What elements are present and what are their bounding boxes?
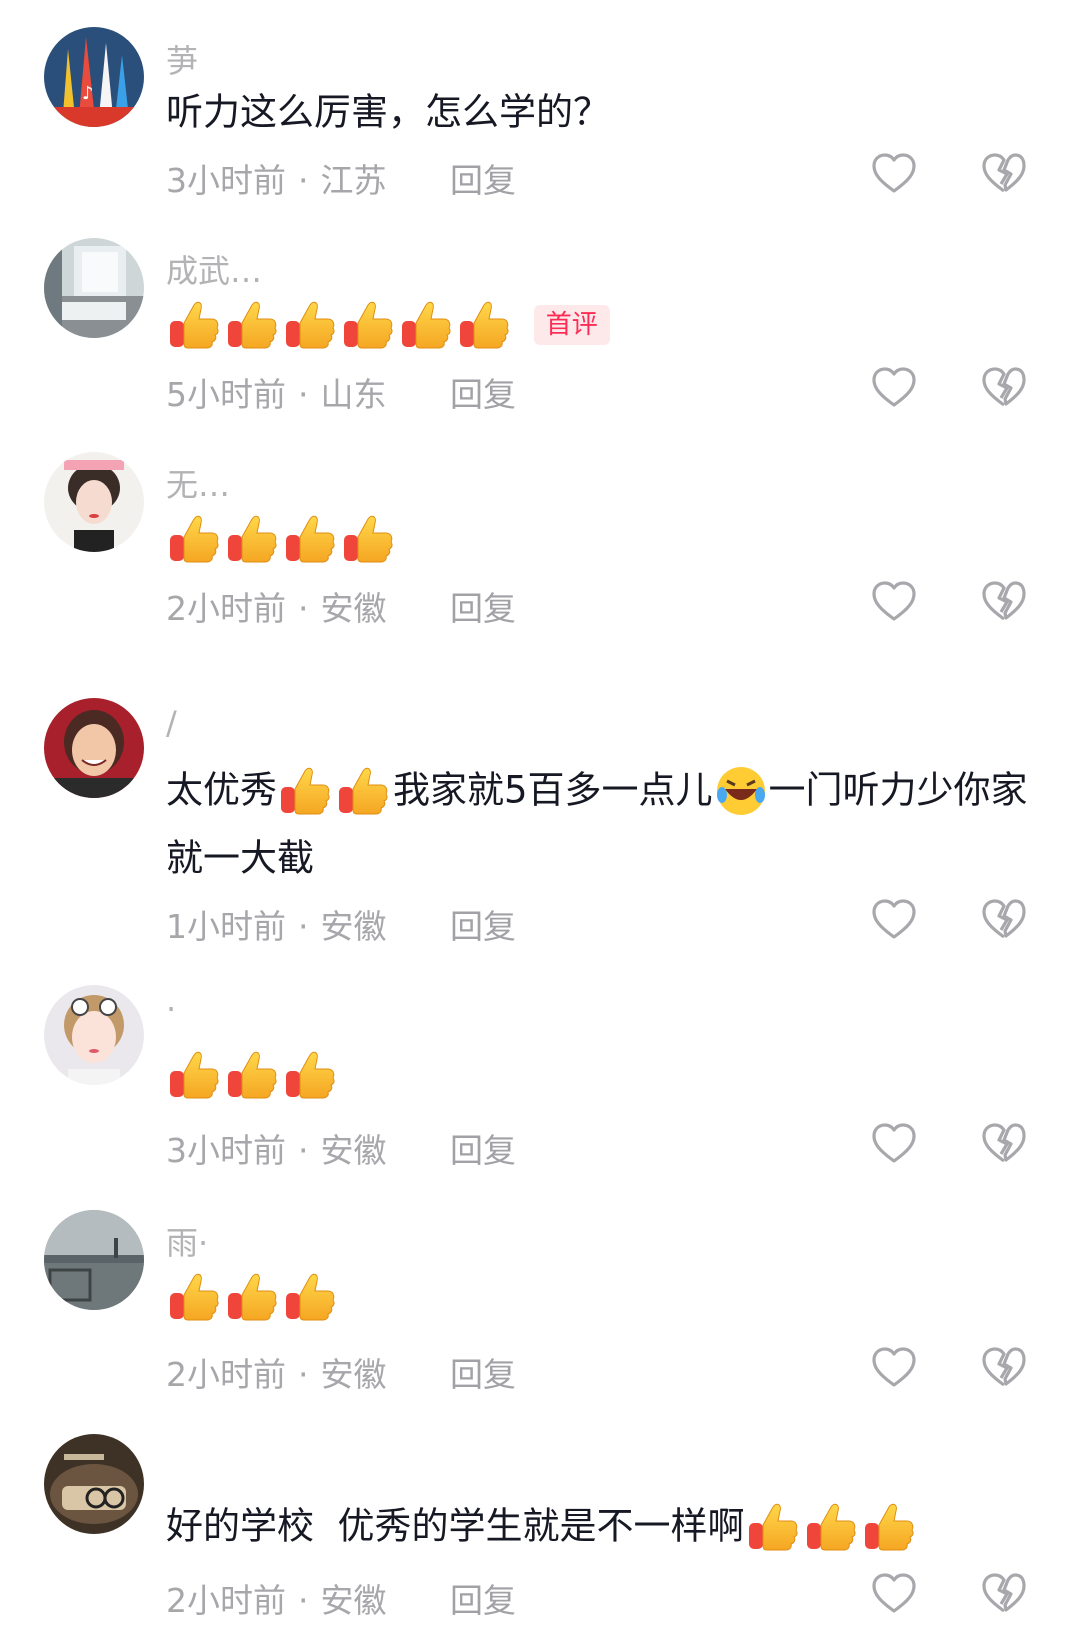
location: 安徽: [320, 1355, 387, 1394]
timestamp: 3小时前: [166, 1131, 286, 1170]
reply-button[interactable]: 回复: [450, 1574, 516, 1622]
heart-outline-icon[interactable]: [870, 1120, 918, 1168]
comment-text: [166, 1040, 1036, 1106]
thumbs-up-emoji: [745, 1499, 801, 1555]
username[interactable]: 无…: [166, 460, 230, 506]
reply-button[interactable]: 回复: [450, 368, 516, 416]
comment-text: [166, 1262, 1036, 1328]
avatar[interactable]: [44, 1210, 144, 1310]
timestamp: 2小时前: [166, 1581, 286, 1620]
thumbs-up-emoji: [277, 763, 333, 819]
timestamp: 3小时前: [166, 161, 286, 200]
timestamp: 2小时前: [166, 1355, 286, 1394]
thumbs-up-emoji: [335, 763, 391, 819]
comment-meta: 2小时前 · 安徽: [166, 1574, 387, 1622]
thumbs-up-emoji: [166, 1047, 222, 1103]
heart-outline-icon[interactable]: [870, 150, 918, 198]
svg-text:♪: ♪: [82, 83, 94, 104]
thumbs-up-emoji: [803, 1499, 859, 1555]
broken-heart-icon[interactable]: [980, 896, 1028, 944]
comment-text: 好的学校 优秀的学生就是不一样啊: [166, 1492, 1036, 1560]
thumbs-up-emoji: [282, 511, 338, 567]
comment-text: 太优秀 我家就5百多一点儿 一门听力少你家就一大截: [166, 756, 1036, 891]
reply-button[interactable]: 回复: [450, 900, 516, 948]
thumbs-up-emoji: [224, 297, 280, 353]
separator: ·: [298, 907, 309, 946]
thumbs-up-emoji: [166, 511, 222, 567]
thumbs-up-emoji: [282, 1047, 338, 1103]
comment-meta: 5小时前 · 山东: [166, 368, 387, 416]
reply-button[interactable]: 回复: [450, 1348, 516, 1396]
emoji-row: [166, 301, 526, 344]
broken-heart-icon[interactable]: [980, 150, 1028, 198]
comment-meta: 2小时前 · 安徽: [166, 582, 387, 630]
timestamp: 2小时前: [166, 589, 286, 628]
separator: ·: [298, 1355, 309, 1394]
broken-heart-icon[interactable]: [980, 1570, 1028, 1618]
username[interactable]: 雨·: [166, 1218, 208, 1264]
thumbs-up-emoji: [166, 297, 222, 353]
heart-outline-icon[interactable]: [870, 364, 918, 412]
reply-button[interactable]: 回复: [450, 154, 516, 202]
rolling-laughing-emoji: [713, 763, 769, 819]
separator: ·: [298, 161, 309, 200]
emoji-row: [166, 1051, 340, 1094]
separator: ·: [298, 589, 309, 628]
comment-text: [166, 504, 1036, 570]
username[interactable]: 成武…: [166, 246, 262, 292]
separator: ·: [298, 375, 309, 414]
timestamp: 1小时前: [166, 907, 286, 946]
timestamp: 5小时前: [166, 375, 286, 414]
location: 安徽: [320, 907, 387, 946]
reply-button[interactable]: 回复: [450, 1124, 516, 1172]
thumbs-up-emoji: [861, 1499, 917, 1555]
thumbs-up-emoji: [166, 1269, 222, 1325]
thumbs-up-emoji: [456, 297, 512, 353]
emoji-row: [166, 515, 398, 558]
separator: ·: [298, 1131, 309, 1170]
comment-meta: 3小时前 · 安徽: [166, 1124, 387, 1172]
thumbs-up-emoji: [224, 511, 280, 567]
thumbs-up-emoji: [282, 297, 338, 353]
broken-heart-icon[interactable]: [980, 578, 1028, 626]
comment-meta: 2小时前 · 安徽: [166, 1348, 387, 1396]
thumbs-up-emoji: [224, 1047, 280, 1103]
comment-meta: 3小时前 · 江苏: [166, 154, 387, 202]
comment-meta: 1小时前 · 安徽: [166, 900, 387, 948]
broken-heart-icon[interactable]: [980, 1120, 1028, 1168]
heart-outline-icon[interactable]: [870, 896, 918, 944]
username[interactable]: 芛: [166, 36, 198, 82]
avatar[interactable]: [44, 698, 144, 798]
comment-text: 首评: [166, 290, 1036, 356]
separator: ·: [298, 1581, 309, 1620]
username[interactable]: /: [166, 704, 177, 742]
thumbs-up-emoji: [340, 297, 396, 353]
comment-text: 听力这么厉害，怎么学的？: [166, 90, 610, 134]
thumbs-up-emoji: [398, 297, 454, 353]
avatar[interactable]: [44, 238, 144, 338]
location: 江苏: [320, 161, 387, 200]
thumbs-up-emoji: [282, 1269, 338, 1325]
avatar[interactable]: [44, 985, 144, 1085]
reply-button[interactable]: 回复: [450, 582, 516, 630]
location: 安徽: [320, 1131, 387, 1170]
heart-outline-icon[interactable]: [870, 1570, 918, 1618]
first-comment-badge: 首评: [533, 304, 610, 345]
location: 安徽: [320, 589, 387, 628]
thumbs-up-emoji: [340, 511, 396, 567]
broken-heart-icon[interactable]: [980, 364, 1028, 412]
heart-outline-icon[interactable]: [870, 1344, 918, 1392]
location: 山东: [320, 375, 387, 414]
location: 安徽: [320, 1581, 387, 1620]
emoji-row: [166, 1273, 340, 1316]
username[interactable]: ·: [166, 990, 176, 1028]
thumbs-up-emoji: [224, 1269, 280, 1325]
heart-outline-icon[interactable]: [870, 578, 918, 626]
avatar[interactable]: ♪: [44, 27, 144, 127]
avatar[interactable]: [44, 452, 144, 552]
avatar[interactable]: [44, 1434, 144, 1534]
broken-heart-icon[interactable]: [980, 1344, 1028, 1392]
